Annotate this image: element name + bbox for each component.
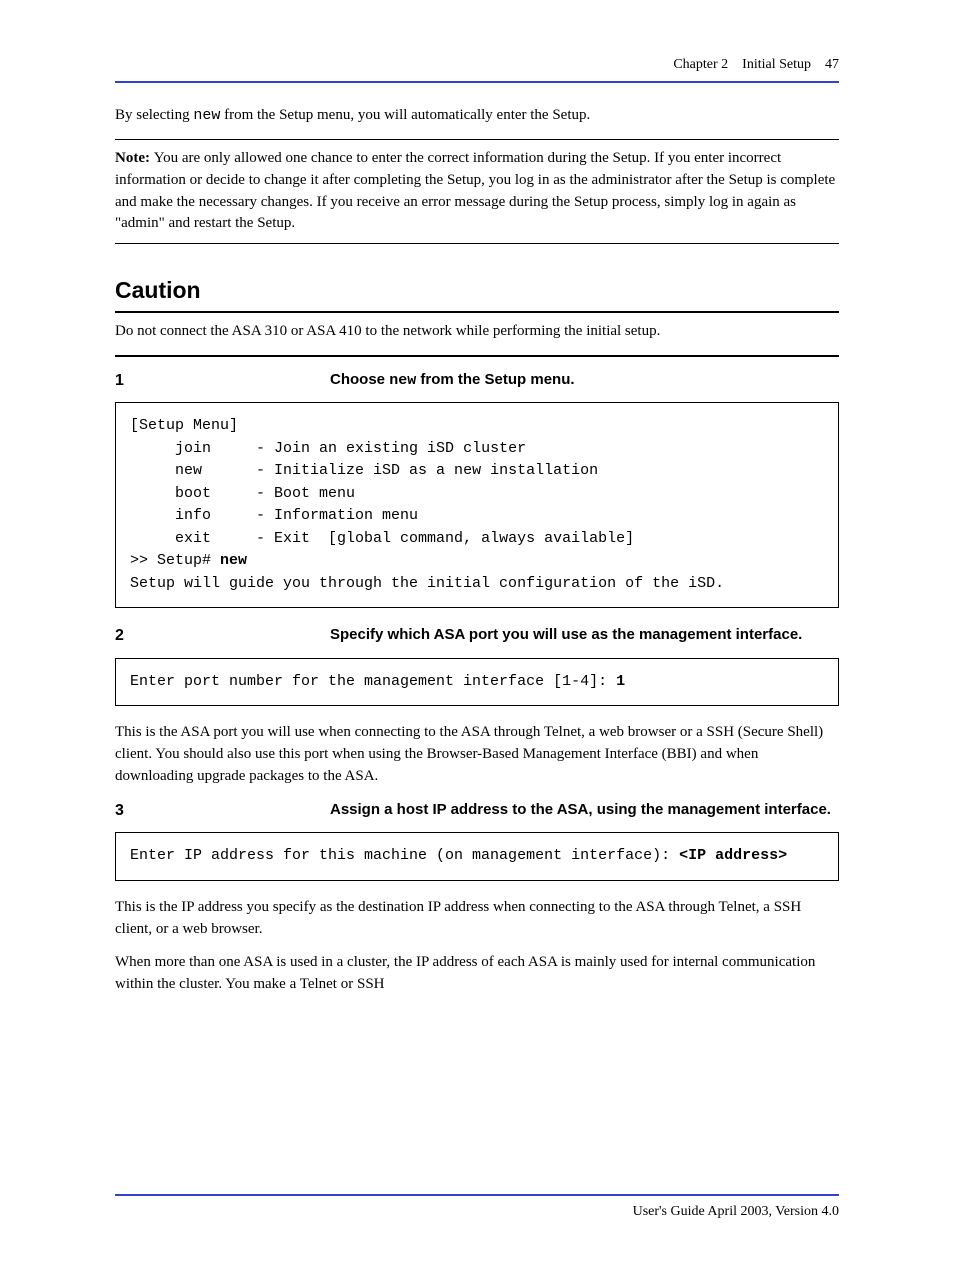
caution-label: Caution [115, 274, 839, 307]
intro-cmd: new [193, 107, 220, 124]
p4: When more than one ASA is used in a clus… [115, 952, 839, 996]
step2-row: 2 Specify which ASA port you will use as… [115, 624, 839, 647]
step2-number: 2 [115, 624, 330, 647]
code1-b: Setup will guide you through the initial… [130, 575, 724, 592]
step1-row: 1 Choose new from the Setup menu. [115, 369, 839, 392]
code2-bold: 1 [616, 673, 625, 690]
caution-box: Caution [115, 274, 839, 313]
code2-a: Enter port number for the management int… [130, 673, 616, 690]
p3: This is the IP address you specify as th… [115, 897, 839, 941]
code3-bold: <IP address> [679, 847, 787, 864]
codebox-3: Enter IP address for this machine (on ma… [115, 832, 839, 881]
note-box: Note: You are only allowed one chance to… [115, 139, 839, 244]
header-chapter: Chapter 2 [673, 57, 728, 72]
caution-text: Do not connect the ASA 310 or ASA 410 to… [115, 321, 839, 343]
header-text: Chapter 2 Initial Setup 47 [115, 55, 839, 75]
header-title: Initial Setup [742, 57, 811, 72]
code1-bold: new [220, 552, 247, 569]
note-text: You are only allowed one chance to enter… [115, 150, 835, 231]
code1-a: [Setup Menu] join - Join an existing iSD… [130, 417, 634, 569]
step1-pre: Choose [330, 371, 389, 388]
step1-number: 1 [115, 369, 330, 392]
header-page: 47 [825, 57, 839, 72]
step1-cmd: new [389, 372, 416, 389]
code3-a: Enter IP address for this machine (on ma… [130, 847, 679, 864]
footer-text: User's Guide April 2003, Version 4.0 [115, 1194, 839, 1222]
intro-c: from the Setup menu, you will automatica… [220, 107, 590, 123]
p2: This is the ASA port you will use when c… [115, 722, 839, 787]
note-label: Note: [115, 150, 154, 166]
caution-bottom-rule [115, 355, 839, 357]
page-header: Chapter 2 Initial Setup 47 [115, 55, 839, 83]
step3-row: 3 Assign a host IP address to the ASA, u… [115, 799, 839, 822]
step1-text: Choose new from the Setup menu. [330, 369, 839, 392]
step2-text: Specify which ASA port you will use as t… [330, 624, 839, 647]
step3-text: Assign a host IP address to the ASA, usi… [330, 799, 839, 822]
intro-paragraph: By selecting new from the Setup menu, yo… [115, 105, 839, 127]
step1-post: from the Setup menu. [416, 371, 574, 388]
codebox-2: Enter port number for the management int… [115, 658, 839, 707]
codebox-1: [Setup Menu] join - Join an existing iSD… [115, 402, 839, 608]
page-footer: User's Guide April 2003, Version 4.0 [0, 1194, 954, 1222]
intro-a: By selecting [115, 107, 193, 123]
step3-number: 3 [115, 799, 330, 822]
